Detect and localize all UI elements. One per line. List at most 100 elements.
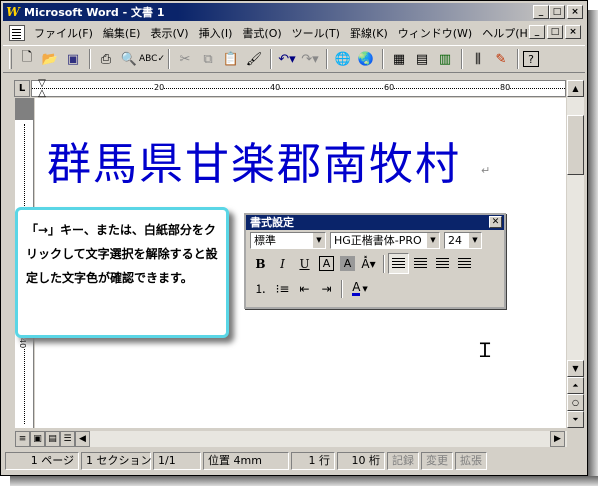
status-line: 1 行 (291, 452, 335, 470)
status-rec[interactable]: 記録 (387, 452, 419, 470)
toolbar-separator (341, 279, 343, 298)
toolbar-separator (517, 49, 519, 69)
drawing-icon[interactable]: ✎ (490, 48, 512, 70)
maximize-button[interactable]: □ (549, 5, 565, 19)
numbering-icon[interactable]: ⒈ (250, 278, 271, 299)
print-icon[interactable]: ⎙ (95, 48, 117, 70)
bullets-icon[interactable]: ⁝≡ (272, 278, 293, 299)
distribute-button[interactable] (454, 253, 475, 274)
menu-file[interactable]: ファイル(F) (29, 25, 98, 41)
menu-edit[interactable]: 編集(E) (98, 25, 146, 41)
vruler-tick-label: 40 (18, 338, 27, 349)
doc-restore-button[interactable]: □ (547, 25, 563, 39)
format-toolbar: 書式設定 ✕ 標準 ▼ HG正楷書体-PRO ▼ 24 ▼ B I U A A … (244, 213, 506, 309)
size-select[interactable]: 24 ▼ (444, 232, 482, 249)
copy-icon[interactable]: ⧉ (197, 48, 219, 70)
scroll-right-icon[interactable]: ▶ (550, 431, 565, 447)
insert-excel-icon[interactable]: ▥ (434, 48, 456, 70)
vruler-margin (15, 98, 33, 120)
align-center-button[interactable] (410, 253, 431, 274)
new-icon[interactable]: 🗋 (16, 48, 38, 70)
word-logo-icon: W (6, 5, 20, 19)
columns-icon[interactable]: ⫼ (467, 48, 489, 70)
chevron-down-icon[interactable]: ▼ (469, 233, 481, 248)
emphasis-icon[interactable]: A̽▾ (358, 253, 379, 274)
toolbar-separator (461, 49, 463, 69)
outline-view-icon[interactable]: ☰ (60, 431, 75, 447)
format-row-1: 標準 ▼ HG正楷書体-PRO ▼ 24 ▼ (246, 230, 504, 251)
web-layout-icon[interactable]: ▣ (30, 431, 45, 447)
menu-table[interactable]: 罫線(K) (345, 25, 393, 41)
redo-icon[interactable]: ↷▾ (299, 48, 321, 70)
char-shading-button[interactable]: A (340, 256, 355, 271)
help-icon[interactable]: ? (523, 51, 539, 67)
ruler-tick-label: 20 (154, 83, 165, 92)
status-ext[interactable]: 拡張 (455, 452, 487, 470)
cut-icon[interactable]: ✂ (174, 48, 196, 70)
minimize-button[interactable]: _ (533, 5, 549, 19)
menu-tools[interactable]: ツール(T) (287, 25, 345, 41)
indent-marker-icon[interactable]: ▽ △ (36, 79, 48, 99)
doc-close-button[interactable]: × (565, 25, 581, 39)
format-toolbar-title-text: 書式設定 (250, 216, 294, 229)
next-page-icon[interactable]: ⏷ (567, 411, 584, 428)
decrease-indent-icon[interactable]: ⇤ (294, 278, 315, 299)
menu-view[interactable]: 表示(V) (145, 25, 193, 41)
increase-indent-icon[interactable]: ⇥ (316, 278, 337, 299)
bold-button[interactable]: B (250, 253, 271, 274)
italic-button[interactable]: I (272, 253, 293, 274)
open-icon[interactable]: 📂 (39, 48, 61, 70)
ibeam-cursor-icon: Ｉ (475, 338, 495, 362)
paragraph-mark: ↵ (481, 164, 491, 177)
preview-icon[interactable]: 🔍 (118, 48, 140, 70)
font-select[interactable]: HG正楷書体-PRO ▼ (330, 232, 440, 249)
style-value: 標準 (254, 234, 276, 247)
horizontal-ruler[interactable]: 20 40 60 80 (31, 80, 566, 97)
scroll-thumb[interactable] (567, 115, 584, 175)
align-right-button[interactable] (432, 253, 453, 274)
ruler-tick-label: 40 (270, 83, 281, 92)
prev-page-icon[interactable]: ⏶ (567, 377, 584, 394)
document-text[interactable]: 群馬県甘楽郡南牧村 (47, 128, 461, 192)
format-toolbar-title[interactable]: 書式設定 ✕ (246, 215, 504, 230)
browse-object-icon[interactable]: ○ (567, 394, 584, 411)
toolbar-separator (168, 49, 170, 69)
scroll-down-icon[interactable]: ▼ (567, 360, 584, 377)
undo-icon[interactable]: ↶▾ (276, 48, 298, 70)
char-border-button[interactable]: A (319, 256, 334, 271)
window-title: Microsoft Word - 文書 1 (24, 6, 165, 19)
paste-icon[interactable]: 📋 (220, 48, 242, 70)
toolbar-grip[interactable] (9, 49, 12, 69)
spellcheck-icon[interactable]: ABC✓ (139, 48, 165, 70)
document-icon[interactable] (9, 24, 25, 41)
save-icon[interactable]: ▣ (62, 48, 84, 70)
chevron-down-icon[interactable]: ▼ (313, 233, 325, 248)
print-layout-icon[interactable]: ▤ (45, 431, 60, 447)
close-icon[interactable]: ✕ (489, 216, 502, 228)
align-left-button[interactable] (388, 253, 409, 274)
insert-table-icon[interactable]: ▤ (411, 48, 433, 70)
vertical-scrollbar[interactable]: ▲ ▼ ⏶ ○ ⏷ (567, 80, 584, 428)
underline-button[interactable]: U (294, 253, 315, 274)
font-color-button[interactable]: A ▼ (346, 278, 374, 299)
scroll-left-icon[interactable]: ◀ (75, 431, 90, 447)
menu-format[interactable]: 書式(O) (237, 25, 286, 41)
style-select[interactable]: 標準 ▼ (250, 232, 326, 249)
doc-minimize-button[interactable]: _ (529, 25, 545, 39)
close-button[interactable]: × (567, 5, 583, 19)
normal-view-icon[interactable]: ≡ (15, 431, 30, 447)
hyperlink-icon[interactable]: 🌐 (332, 48, 354, 70)
horizontal-scrollbar[interactable]: ≡ ▣ ▤ ☰ ◀ ▶ (15, 431, 567, 447)
scroll-up-icon[interactable]: ▲ (567, 80, 584, 97)
tab-selector[interactable]: L (14, 80, 30, 97)
menu-insert[interactable]: 挿入(I) (194, 25, 238, 41)
chevron-down-icon[interactable]: ▼ (427, 233, 439, 248)
status-trk[interactable]: 変更 (421, 452, 453, 470)
tables-borders-icon[interactable]: ▦ (388, 48, 410, 70)
title-bar: W Microsoft Word - 文書 1 (3, 3, 585, 21)
web-icon[interactable]: 🌏 (355, 48, 377, 70)
menu-window[interactable]: ウィンドウ(W) (393, 25, 477, 41)
format-painter-icon[interactable]: 🖌 (243, 48, 265, 70)
chevron-down-icon[interactable]: ▼ (362, 285, 367, 293)
font-value: HG正楷書体-PRO (334, 234, 422, 247)
